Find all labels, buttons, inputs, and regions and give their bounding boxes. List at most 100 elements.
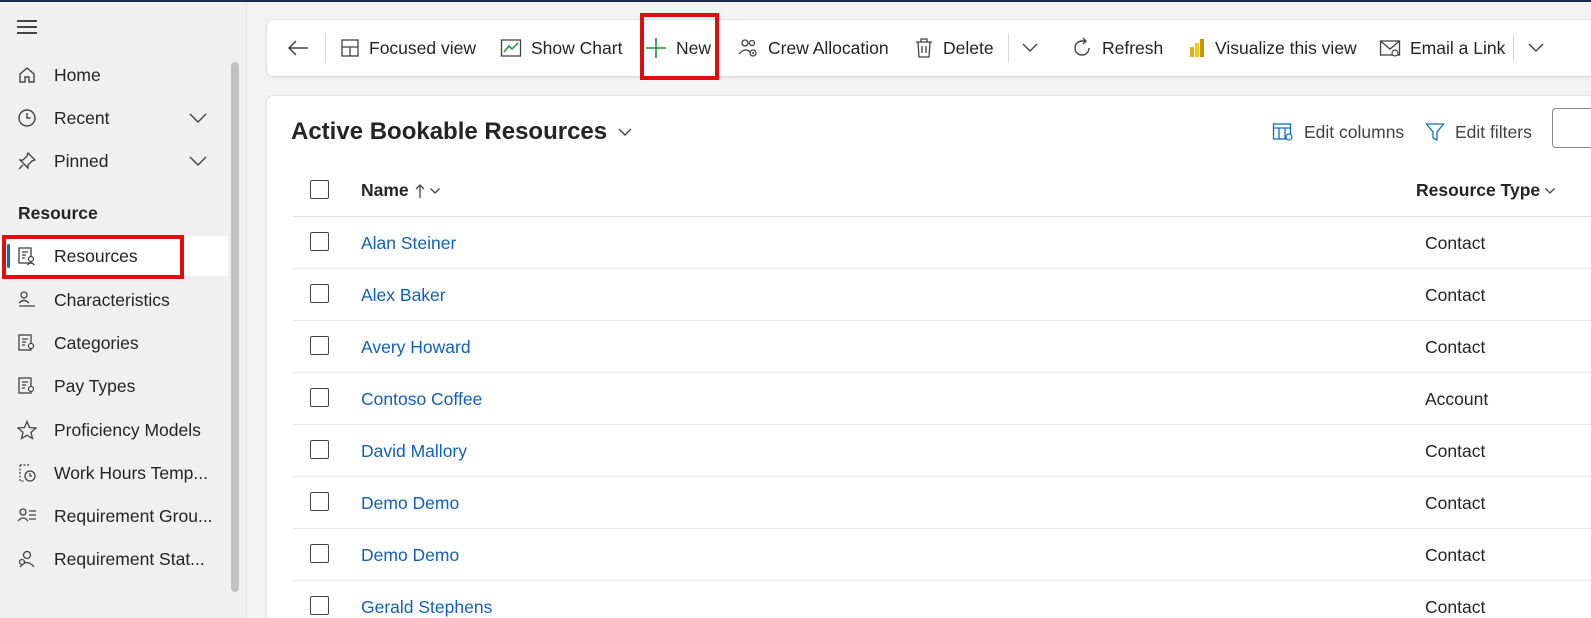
sidebar-item-requirement-groups[interactable]: Requirement Grou... [0, 496, 228, 536]
email-link-button[interactable]: Email a Link [1379, 20, 1505, 76]
row-checkbox[interactable] [310, 492, 329, 511]
resource-type-cell: Contact [1425, 337, 1486, 357]
back-button[interactable] [287, 20, 318, 76]
sidebar-item-label: Pinned [54, 150, 109, 171]
command-bar: Focused view Show Chart New Crew Allocat… [267, 20, 1591, 76]
edit-columns-button[interactable]: Edit columns [1272, 118, 1404, 146]
requirement-group-icon [17, 506, 37, 526]
resource-list-icon [17, 246, 37, 266]
table-row[interactable]: Gerald Stephens Contact [293, 581, 1591, 618]
focused-view-label: Focused view [369, 37, 476, 58]
row-checkbox[interactable] [310, 388, 329, 407]
sidebar-section-label: Resource [18, 203, 98, 223]
table-row[interactable]: Demo Demo Contact [293, 529, 1591, 581]
crew-allocation-icon [738, 39, 757, 57]
sidebar-item-home[interactable]: Home [0, 55, 228, 95]
table-row[interactable]: Alan Steiner Contact [293, 217, 1591, 269]
home-icon [17, 65, 37, 85]
sidebar-item-proficiency-models[interactable]: Proficiency Models [0, 410, 228, 450]
email-link-icon [1379, 40, 1401, 57]
sidebar-item-label: Pay Types [54, 375, 136, 396]
table-row[interactable]: Avery Howard Contact [293, 321, 1591, 373]
resource-type-cell: Contact [1425, 493, 1486, 513]
table-row[interactable]: David Mallory Contact [293, 425, 1591, 477]
sidebar-item-characteristics[interactable]: Characteristics [0, 280, 228, 320]
row-checkbox[interactable] [310, 544, 329, 563]
resource-name-link[interactable]: Contoso Coffee [361, 389, 482, 410]
column-header-label: Name [361, 180, 409, 200]
resource-name-link[interactable]: Alex Baker [361, 285, 446, 306]
sidebar-item-requirement-statuses[interactable]: Requirement Stat... [0, 539, 228, 579]
table-row[interactable]: Alex Baker Contact [293, 269, 1591, 321]
visualize-view-label: Visualize this view [1215, 37, 1357, 58]
new-button[interactable]: New [645, 20, 711, 76]
sidebar-item-pinned[interactable]: Pinned [0, 141, 228, 181]
row-checkbox[interactable] [310, 440, 329, 459]
resource-name-link[interactable]: Avery Howard [361, 337, 471, 358]
resource-name-link[interactable]: Demo Demo [361, 545, 459, 566]
select-all-checkbox[interactable] [310, 180, 329, 199]
row-checkbox[interactable] [310, 232, 329, 251]
chevron-down-icon[interactable] [188, 151, 208, 172]
view-selector[interactable]: Active Bookable Resources [291, 118, 633, 146]
resource-type-cell: Contact [1425, 597, 1486, 617]
work-hours-icon [17, 463, 37, 483]
show-chart-label: Show Chart [531, 37, 623, 58]
sidebar-item-resources[interactable]: Resources [0, 236, 228, 276]
resource-name-link[interactable]: David Mallory [361, 441, 467, 462]
sidebar-item-label: Resources [54, 245, 138, 266]
resource-name-link[interactable]: Demo Demo [361, 493, 459, 514]
search-box[interactable] [1552, 108, 1591, 148]
sidebar-scrollbar[interactable] [231, 62, 239, 592]
sidebar-item-recent[interactable]: Recent [0, 98, 228, 138]
edit-columns-icon [1272, 123, 1293, 141]
sidebar-item-pay-types[interactable]: Pay Types [0, 366, 228, 406]
row-checkbox[interactable] [310, 284, 329, 303]
sidebar-item-label: Categories [54, 332, 139, 353]
refresh-button[interactable]: Refresh [1071, 20, 1163, 76]
sidebar-item-label: Proficiency Models [54, 419, 201, 440]
sidebar-item-label: Requirement Stat... [54, 548, 205, 569]
resource-type-cell: Contact [1425, 545, 1486, 565]
grid-panel: Active Bookable Resources Edit columns E… [267, 96, 1591, 618]
sidebar-item-work-hours-templates[interactable]: Work Hours Temp... [0, 453, 228, 493]
chevron-down-icon [1545, 187, 1556, 194]
resource-name-link[interactable]: Gerald Stephens [361, 597, 492, 618]
sidebar-item-label: Recent [54, 107, 110, 128]
delete-label: Delete [943, 37, 994, 58]
table-row[interactable]: Demo Demo Contact [293, 477, 1591, 529]
sidebar-item-categories[interactable]: Categories [0, 323, 228, 363]
table-row[interactable]: Contoso Coffee Account [293, 373, 1591, 425]
delete-button[interactable]: Delete [914, 20, 994, 76]
edit-columns-label: Edit columns [1304, 121, 1405, 142]
resource-type-cell: Contact [1425, 233, 1486, 253]
column-header-name[interactable]: Name [361, 180, 441, 201]
back-arrow-icon [287, 40, 308, 56]
command-divider [1513, 34, 1514, 62]
show-chart-button[interactable]: Show Chart [500, 20, 622, 76]
column-header-resource-type[interactable]: Resource Type [1416, 180, 1556, 201]
chart-icon [500, 39, 522, 57]
visualize-view-button[interactable]: Visualize this view [1188, 20, 1357, 76]
command-divider [1008, 34, 1009, 62]
crew-allocation-label: Crew Allocation [768, 37, 889, 58]
more-commands-chevron-icon[interactable] [1021, 20, 1048, 76]
resource-type-cell: Contact [1425, 441, 1486, 461]
focused-view-button[interactable]: Focused view [340, 20, 476, 76]
command-divider [325, 34, 326, 62]
requirement-status-icon [17, 549, 37, 569]
resource-name-link[interactable]: Alan Steiner [361, 233, 456, 254]
sidebar-item-label: Home [54, 64, 101, 85]
row-checkbox[interactable] [310, 336, 329, 355]
star-icon [17, 420, 37, 440]
chevron-down-icon[interactable] [188, 108, 208, 129]
crew-allocation-button[interactable]: Crew Allocation [737, 20, 889, 76]
clock-icon [17, 108, 37, 128]
trash-icon [916, 38, 932, 58]
hamburger-menu-icon[interactable] [17, 20, 37, 36]
sidebar-item-label: Requirement Grou... [54, 505, 213, 526]
edit-filters-button[interactable]: Edit filters [1425, 118, 1532, 146]
grid-header-row: Name Resource Type [293, 164, 1591, 217]
row-checkbox[interactable] [310, 596, 329, 615]
overflow-chevron-icon[interactable] [1527, 20, 1554, 76]
